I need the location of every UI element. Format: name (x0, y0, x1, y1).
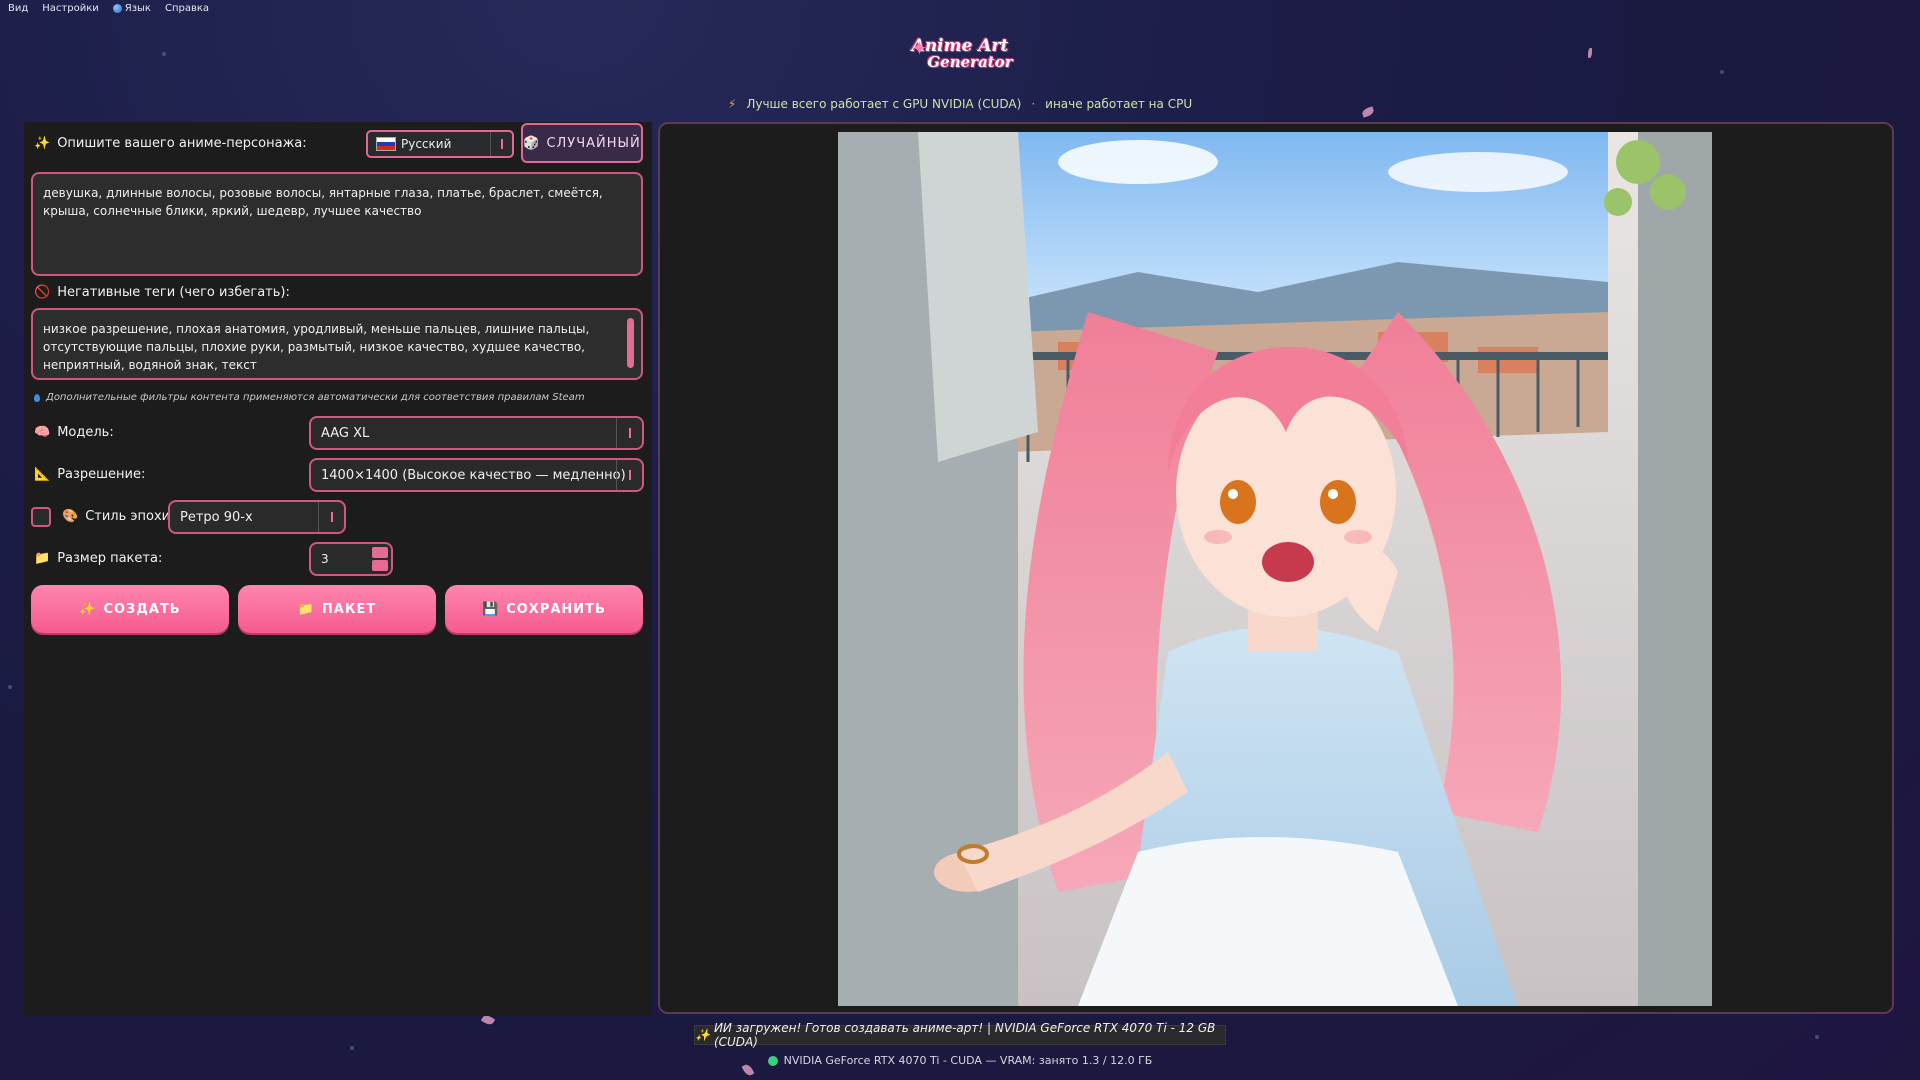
menu-help[interactable]: Справка (165, 3, 209, 14)
gpu-hint-primary: Лучше всего работает с GPU NVIDIA (CUDA) (746, 97, 1022, 111)
russia-flag-icon (376, 137, 396, 151)
anime-girl-illustration (838, 132, 1712, 1006)
dropdown-handle[interactable] (318, 502, 344, 532)
dropdown-handle[interactable] (616, 418, 642, 448)
stepper-arrows (369, 544, 391, 574)
negative-prompt-text: низкое разрешение, плохая анатомия, урод… (43, 322, 590, 372)
sparkle-icon: ✦ (911, 36, 928, 60)
prompt-label: Опишите вашего аниме-персонажа: (57, 136, 307, 151)
preview-panel (658, 122, 1894, 1014)
language-select[interactable]: Русский (366, 130, 514, 158)
resolution-selected: 1400×1400 (Высокое качество — медленно) (321, 467, 626, 483)
prompt-label-row: ✨ Опишите вашего аниме-персонажа: (34, 136, 307, 151)
era-style-selected: Ретро 90-х (180, 509, 253, 525)
no-entry-icon: 🚫 (34, 285, 51, 300)
globe-icon (112, 3, 122, 13)
settings-panel: ✨ Опишите вашего аниме-персонажа: Русски… (24, 122, 652, 1016)
sparkle-decoration (350, 1046, 354, 1050)
folder-icon: 📁 (297, 601, 315, 617)
lightning-icon: ⚡ (727, 97, 737, 111)
sparkle-decoration (1815, 1035, 1819, 1039)
batch-label: Размер пакета: (57, 551, 163, 566)
palette-icon: 🎨 (62, 509, 79, 524)
floppy-disk-icon: 💾 (482, 601, 500, 617)
sparkles-icon: ✨ (695, 1028, 710, 1042)
gpu-status-text: NVIDIA GeForce RTX 4070 Ti - CUDA — VRAM… (783, 1054, 1153, 1067)
sparkles-icon: ✨ (34, 136, 51, 151)
save-button[interactable]: 💾 СОХРАНИТЬ (445, 585, 643, 633)
resolution-select[interactable]: 1400×1400 (Высокое качество — медленно) (309, 458, 644, 492)
negative-prompt-input[interactable]: низкое разрешение, плохая анатомия, урод… (31, 308, 643, 380)
droplet-icon (34, 393, 40, 402)
petal-decoration (1588, 48, 1592, 58)
model-selected: AAG XL (321, 425, 370, 441)
sparkles-icon: ✨ (79, 601, 97, 617)
gpu-status: NVIDIA GeForce RTX 4070 Ti - CUDA — VRAM… (0, 1054, 1920, 1067)
create-button[interactable]: ✨ СОЗДАТЬ (31, 585, 229, 633)
language-selected: Русский (401, 137, 452, 151)
era-style-label: Стиль эпохи: (85, 509, 175, 524)
model-label: Модель: (57, 425, 114, 440)
batch-size-value: 3 (321, 552, 329, 566)
status-message: ✨ ИИ загружен! Готов создавать аниме-арт… (694, 1021, 1226, 1049)
era-label-row: 🎨 Стиль эпохи: (62, 509, 175, 524)
model-select[interactable]: AAG XL (309, 416, 644, 450)
gpu-hint: ⚡ Лучше всего работает с GPU NVIDIA (CUDA… (0, 97, 1920, 111)
dropdown-handle[interactable] (616, 460, 642, 490)
create-button-label: СОЗДАТЬ (103, 601, 181, 617)
negative-label: Негативные теги (чего избегать): (57, 285, 290, 300)
brain-icon: 🧠 (34, 425, 51, 440)
sparkle-decoration (1720, 70, 1724, 74)
resolution-label: Разрешение: (57, 467, 146, 482)
random-button[interactable]: 🎲 СЛУЧАЙНЫЙ (521, 123, 643, 163)
decrement-button[interactable] (372, 560, 388, 571)
dice-icon: 🎲 (523, 135, 541, 151)
logo-line2: Generator (927, 53, 1013, 71)
era-style-checkbox[interactable] (31, 507, 51, 527)
menu-settings[interactable]: Настройки (42, 3, 98, 14)
folder-icon: 📁 (34, 551, 51, 566)
gpu-hint-separator: · (1031, 97, 1036, 111)
batch-label-row: 📁 Размер пакета: (34, 551, 162, 566)
increment-button[interactable] (372, 547, 388, 558)
app-logo: ✦ Anime Art Generator (905, 30, 1015, 78)
menu-language-label: Язык (124, 2, 151, 14)
sparkle-decoration (8, 685, 12, 689)
era-style-select[interactable]: Ретро 90-х (168, 500, 346, 534)
filter-note: Дополнительные фильтры контента применяю… (34, 392, 585, 403)
batch-button-label: ПАКЕТ (321, 601, 377, 617)
filter-note-text: Дополнительные фильтры контента применяю… (46, 392, 585, 403)
status-indicator-icon (767, 1055, 778, 1066)
batch-size-stepper[interactable]: 3 (309, 542, 393, 576)
save-button-label: СОХРАНИТЬ (506, 601, 606, 617)
menu-language[interactable]: Язык (112, 2, 151, 14)
scrollbar-thumb[interactable] (627, 318, 634, 368)
generated-image[interactable] (838, 132, 1712, 1006)
menu-view[interactable]: Вид (8, 3, 28, 14)
negative-label-row: 🚫 Негативные теги (чего избегать): (34, 285, 290, 300)
menu-bar: Вид Настройки Язык Справка (0, 0, 209, 16)
sparkle-decoration (162, 52, 166, 56)
status-text: ИИ загружен! Готов создавать аниме-арт! … (713, 1021, 1216, 1049)
random-button-label: СЛУЧАЙНЫЙ (546, 135, 641, 151)
dropdown-handle[interactable] (490, 132, 512, 156)
triangle-ruler-icon: 📐 (34, 467, 51, 482)
resolution-label-row: 📐 Разрешение: (34, 467, 145, 482)
model-label-row: 🧠 Модель: (34, 425, 114, 440)
batch-button[interactable]: 📁 ПАКЕТ (238, 585, 436, 633)
gpu-hint-secondary: иначе работает на CPU (1045, 97, 1193, 111)
prompt-input[interactable]: девушка, длинные волосы, розовые волосы,… (31, 172, 643, 276)
